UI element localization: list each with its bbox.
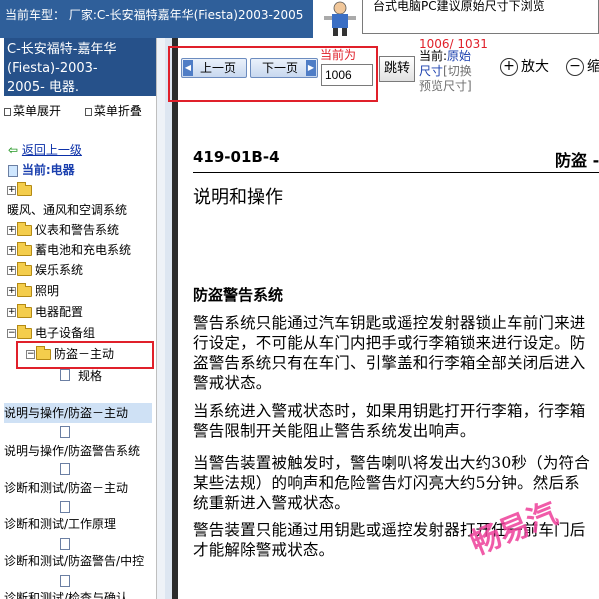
section-heading: 防盗警告系统 — [193, 286, 284, 304]
tree-item[interactable]: 诊断和测试/工作原理 — [4, 514, 116, 534]
left-panel: C-长安福特-嘉年华 (Fiesta)-2003- 2005- 电器. 菜单展开… — [0, 38, 157, 599]
tree-item[interactable] — [60, 570, 70, 590]
vehicle-line: (Fiesta)-2003- — [7, 61, 98, 76]
tree-item-label: 规格 — [78, 369, 103, 383]
tree-item[interactable]: + 蓄电池和充电系统 — [7, 240, 131, 260]
expand-plus-icon[interactable]: + — [7, 186, 16, 195]
folder-icon — [17, 304, 32, 318]
current-vehicle-label: 当前车型： 厂家:C-长安福特嘉年华(Fiesta)2003-2005 — [0, 0, 313, 38]
paragraph: 警告系统只能通过汽车钥匙或遥控发射器锁止车前门来进行设定，不可能从车门内把手或行… — [193, 314, 586, 392]
zoom-out-icon: − — [566, 58, 584, 76]
tree-item[interactable]: 说明与操作/防盗警告系统 — [4, 441, 140, 461]
tree-item-label: 诊断和测试/工作原理 — [4, 517, 117, 531]
zoom-in-button[interactable]: + 放大 — [500, 56, 549, 78]
folder-icon — [17, 283, 32, 297]
tree-item[interactable]: + 电器配置 — [7, 302, 83, 322]
expand-icon — [4, 107, 11, 116]
vehicle-title-box: C-长安福特-嘉年华 (Fiesta)-2003- 2005- 电器. — [4, 38, 156, 96]
tree-item[interactable] — [60, 458, 70, 478]
tree-item-label: 说明与操作/防盗－主动 — [4, 406, 129, 420]
browse-tip: 台式电脑PC建议原始尺寸下浏览 — [362, 0, 599, 34]
size-info: 当前:原始尺寸[切换预览尺寸] — [419, 49, 481, 94]
page-toolbar: ◀ 上一页 下一页 ▶ 当前为 跳转 1006/ 1031 当前:原始尺寸[切换… — [168, 37, 599, 102]
tree-item[interactable]: 诊断和测试/防盗－主动 — [4, 478, 128, 498]
document-icon — [60, 500, 70, 513]
folder-icon — [17, 242, 32, 256]
splitter[interactable] — [157, 38, 165, 599]
tree-item[interactable]: 诊断和测试/检查与确认 — [4, 588, 154, 599]
expand-plus-icon[interactable]: + — [7, 266, 16, 275]
tree-item[interactable]: 诊断和测试/防盗警告/中控 — [4, 551, 154, 571]
back-link[interactable]: ⇦ 返回上一级 — [8, 140, 82, 160]
tree-item[interactable]: + 娱乐系统 — [7, 260, 83, 280]
collapse-icon — [84, 107, 92, 116]
menu-collapse-label: 菜单折叠 — [93, 104, 142, 118]
tree-item[interactable]: 暖风、通风和空调系统 — [7, 200, 127, 220]
document-icon — [60, 368, 70, 381]
document-icon — [60, 425, 70, 438]
tree-item-label: 照明 — [35, 284, 60, 298]
zoom-in-label: 放大 — [521, 59, 549, 75]
folder-icon — [17, 222, 32, 236]
top-bar: 当前车型： 厂家:C-长安福特嘉年华(Fiesta)2003-2005 台式电脑… — [0, 0, 599, 38]
expand-plus-icon[interactable]: + — [7, 226, 16, 235]
tree-item-label: 说明与操作/防盗警告系统 — [4, 444, 141, 458]
expand-plus-icon[interactable]: + — [7, 287, 16, 296]
current-icon — [8, 164, 18, 177]
tree-item-label: 诊断和测试/防盗警告/中控 — [4, 554, 145, 568]
document-icon — [60, 537, 70, 550]
current-category: 当前:电器 — [8, 160, 75, 180]
tree-item[interactable] — [60, 496, 70, 516]
folder-icon — [17, 182, 32, 196]
menu-expand-button[interactable]: 菜单展开 — [4, 104, 75, 118]
back-link-label: 返回上一级 — [21, 143, 82, 157]
highlight-box — [16, 341, 154, 369]
tree-item[interactable]: + — [7, 180, 35, 200]
tree-item[interactable] — [60, 421, 70, 441]
document-code: 419-01B-4 — [193, 148, 280, 166]
size-current-label: 当前: — [419, 49, 448, 63]
paragraph: 当系统进入警戒状态时，如果用钥匙打开行李箱，行李箱警告限制开关能阻止警告系统发出… — [193, 402, 586, 440]
menu-expand-label: 菜单展开 — [13, 104, 62, 118]
zoom-in-icon: + — [500, 58, 518, 76]
document-icon — [60, 462, 70, 475]
tree-item-label: 电子设备组 — [35, 326, 96, 340]
splitter[interactable] — [165, 38, 172, 599]
tree-item[interactable] — [60, 364, 70, 384]
tree-item-label: 仪表和警告系统 — [35, 223, 120, 237]
tree-item-active[interactable]: 说明与操作/防盗－主动 — [4, 403, 152, 423]
document-title: 说明和操作 — [193, 187, 283, 208]
header-rule — [193, 172, 599, 173]
vehicle-line: C-长安福特-嘉年华 — [7, 42, 117, 57]
tree-item-label: 暖风、通风和空调系统 — [7, 203, 128, 217]
back-arrow-icon: ⇦ — [8, 143, 19, 157]
tree-item[interactable]: − 电子设备组 — [7, 323, 95, 343]
document-icon — [60, 574, 70, 587]
tree-item[interactable]: + 仪表和警告系统 — [7, 220, 119, 240]
collapse-minus-icon[interactable]: − — [7, 329, 16, 338]
tree-item-label: 娱乐系统 — [35, 263, 84, 277]
open-folder-icon — [17, 325, 32, 339]
tree-item[interactable] — [60, 533, 70, 553]
zoom-out-label: 缩 — [587, 59, 599, 75]
document-header-section: 防盗 - — [555, 151, 599, 170]
highlight-box — [168, 46, 378, 102]
menu-collapse-button[interactable]: 菜单折叠 — [84, 104, 152, 118]
zoom-out-button[interactable]: − 缩 — [566, 56, 599, 78]
tree-item-label: 蓄电池和充电系统 — [35, 243, 132, 257]
tree-item-label: 电器配置 — [35, 305, 84, 319]
tree-item-label: 诊断和测试/防盗－主动 — [4, 481, 129, 495]
vehicle-line: 2005- 电器. — [7, 80, 80, 95]
tree-item[interactable]: + 照明 — [7, 281, 59, 301]
mechanic-icon — [324, 1, 356, 36]
expand-plus-icon[interactable]: + — [7, 308, 16, 317]
current-category-label: 当前:电器 — [21, 163, 75, 177]
tree-item-label-row[interactable]: 规格 — [78, 366, 102, 386]
expand-plus-icon[interactable]: + — [7, 246, 16, 255]
menu-actions: 菜单展开 菜单折叠 — [4, 102, 162, 119]
folder-icon — [17, 262, 32, 276]
document-view: 419-01B-4 防盗 - 说明和操作 防盗警告系统 警告系统只能通过汽车钥匙… — [178, 104, 599, 599]
jump-button[interactable]: 跳转 — [379, 56, 415, 82]
tree-item-label: 诊断和测试/检查与确认 — [4, 591, 129, 599]
